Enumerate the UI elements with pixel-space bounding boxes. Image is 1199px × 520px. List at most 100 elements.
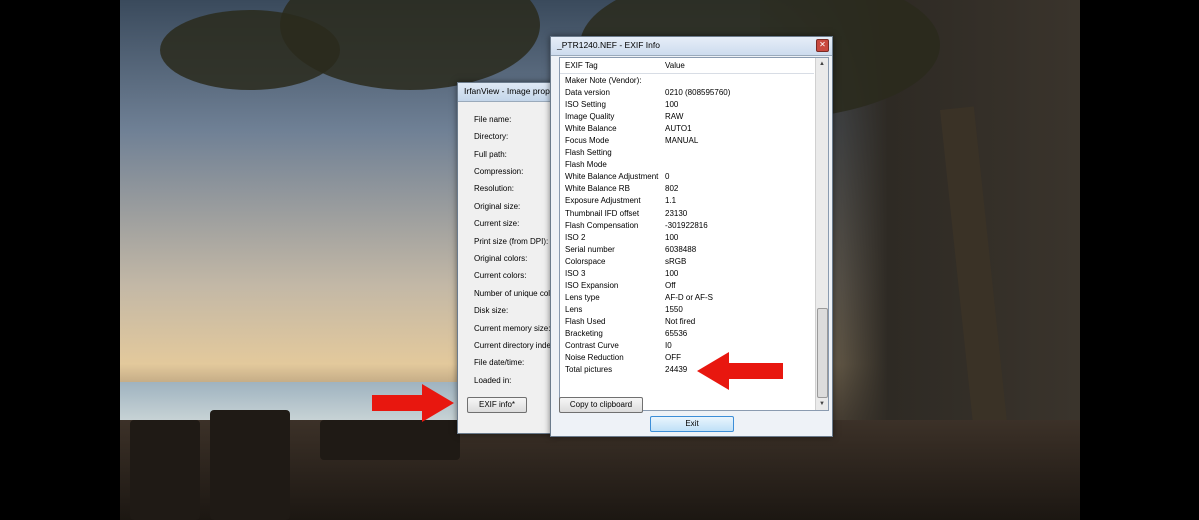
exif-tag: Contrast Curve (565, 341, 619, 351)
chair (130, 420, 200, 520)
window-title: IrfanView - Image prop (458, 83, 556, 102)
exif-value: 100 (665, 268, 679, 278)
exif-tag: Maker Note (Vendor): (565, 76, 642, 85)
exif-tag: Flash Compensation (565, 220, 639, 230)
exif-row[interactable]: ISO 3 100 (560, 268, 814, 280)
exif-tag: Noise Reduction (565, 353, 624, 363)
exif-value: AF-D or AF-S (665, 292, 714, 302)
exif-row[interactable]: Colorspace sRGB (560, 256, 814, 268)
exif-row[interactable]: ISO Setting 100 (560, 99, 814, 111)
close-icon[interactable]: ✕ (816, 39, 829, 52)
exif-tag: Exposure Adjustment (565, 196, 641, 206)
exif-row[interactable]: Lens type AF-D or AF-S (560, 292, 814, 304)
prop-label: Print size (from DPI): (474, 237, 549, 246)
exif-row[interactable]: Lens 1550 (560, 304, 814, 316)
scrollbar-thumb[interactable] (817, 308, 828, 398)
properties-panel: File name: Directory: Full path: Compres… (462, 105, 558, 405)
exif-value: 100 (665, 100, 679, 110)
exif-row[interactable]: Flash Setting (560, 147, 814, 159)
exif-row[interactable]: Maker Note (Vendor): (560, 75, 814, 87)
prop-label: Original colors: (474, 254, 528, 263)
exif-row[interactable]: ISO Expansion Off (560, 280, 814, 292)
column-header-value[interactable]: Value (665, 61, 685, 70)
window-title: _PTR1240.NEF - EXIF Info (551, 37, 832, 56)
exif-tag: ISO Expansion (565, 280, 619, 290)
scroll-up-icon[interactable]: ▲ (817, 59, 827, 69)
exif-info-window: _PTR1240.NEF - EXIF Info ✕ EXIF Tag Valu… (550, 36, 833, 437)
exif-tag: ISO Setting (565, 100, 606, 110)
exif-list[interactable]: EXIF Tag Value Maker Note (Vendor): Data … (559, 57, 829, 411)
chair (210, 410, 290, 520)
exif-row[interactable]: Thumbnail IFD offset 23130 (560, 208, 814, 220)
exif-value: 1550 (665, 304, 683, 314)
exif-value: 65536 (665, 328, 688, 338)
prop-label: Full path: (474, 150, 507, 159)
prop-label: Current directory index: (474, 341, 558, 350)
exif-value: 23130 (665, 208, 688, 218)
exif-value: 24439 (665, 365, 688, 375)
exif-value: OFF (665, 353, 681, 363)
exif-value: I0 (665, 341, 672, 351)
exif-row[interactable]: Image Quality RAW (560, 111, 814, 123)
prop-label: Current colors: (474, 271, 527, 280)
exif-value: 100 (665, 232, 679, 242)
exif-tag: Image Quality (565, 112, 615, 122)
exif-value: 1.1 (665, 196, 677, 206)
exif-value: MANUAL (665, 136, 699, 146)
exif-row[interactable]: White Balance AUTO1 (560, 123, 814, 135)
exif-tag: Colorspace (565, 256, 606, 266)
prop-label: Original size: (474, 202, 521, 211)
scroll-down-icon[interactable]: ▼ (817, 399, 827, 409)
exif-value: sRGB (665, 256, 687, 266)
prop-label: Resolution: (474, 184, 515, 193)
exit-button[interactable]: Exit (650, 416, 734, 432)
exif-tag: ISO 3 (565, 268, 586, 278)
exif-tag: Focus Mode (565, 136, 610, 146)
arrow-icon (372, 384, 454, 422)
prop-label: Current size: (474, 219, 520, 228)
exif-tag: Bracketing (565, 328, 603, 338)
exif-tag: Lens type (565, 292, 600, 302)
exif-row[interactable]: Flash Used Not fired (560, 316, 814, 328)
exif-value: 6038488 (665, 244, 697, 254)
exif-row[interactable]: Data version 0210 (808595760) (560, 87, 814, 99)
palm-frond (160, 10, 340, 90)
exif-row[interactable]: Focus Mode MANUAL (560, 135, 814, 147)
exif-row[interactable]: Contrast Curve I0 (560, 340, 814, 352)
exif-info-button[interactable]: EXIF info* (467, 397, 527, 413)
exif-row[interactable]: ISO 2 100 (560, 232, 814, 244)
prop-label: Current memory size: (474, 324, 551, 333)
exif-value: -301922816 (665, 220, 708, 230)
exif-tag: White Balance Adjustment (565, 172, 659, 182)
exif-tag: Total pictures (565, 365, 613, 375)
exif-row[interactable]: White Balance Adjustment 0 (560, 171, 814, 183)
exif-tag: Data version (565, 88, 610, 98)
prop-label: File date/time: (474, 358, 525, 367)
prop-label: Directory: (474, 132, 509, 141)
exif-tag: Flash Used (565, 316, 606, 326)
exif-row[interactable]: White Balance RB 802 (560, 183, 814, 195)
exif-value: Off (665, 280, 676, 290)
exif-rows: Maker Note (Vendor): Data version 0210 (80… (560, 75, 814, 376)
exif-row[interactable]: Exposure Adjustment 1.1 (560, 195, 814, 207)
list-header: EXIF Tag Value (560, 58, 814, 74)
column-header-tag[interactable]: EXIF Tag (565, 61, 598, 70)
exif-value: 802 (665, 184, 679, 194)
exif-row[interactable]: Serial number 6038488 (560, 244, 814, 256)
exif-row[interactable]: Flash Mode (560, 159, 814, 171)
exif-value: 0210 (808595760) (665, 88, 731, 98)
table (320, 420, 460, 460)
exif-tag: Flash Mode (565, 160, 607, 170)
exif-tag: Lens (565, 304, 583, 314)
exif-tag: Thumbnail IFD offset (565, 208, 640, 218)
vertical-scrollbar[interactable]: ▲ ▼ (815, 58, 828, 410)
copy-to-clipboard-button[interactable]: Copy to clipboard (559, 397, 643, 413)
exif-row[interactable]: Flash Compensation -301922816 (560, 220, 814, 232)
prop-label: Loaded in: (474, 376, 512, 385)
exif-tag: ISO 2 (565, 232, 586, 242)
exif-tag: White Balance (565, 124, 617, 134)
arrow-icon (697, 352, 783, 390)
exif-value: AUTO1 (665, 124, 692, 134)
exif-row[interactable]: Bracketing 65536 (560, 328, 814, 340)
exif-tag: Flash Setting (565, 148, 612, 158)
